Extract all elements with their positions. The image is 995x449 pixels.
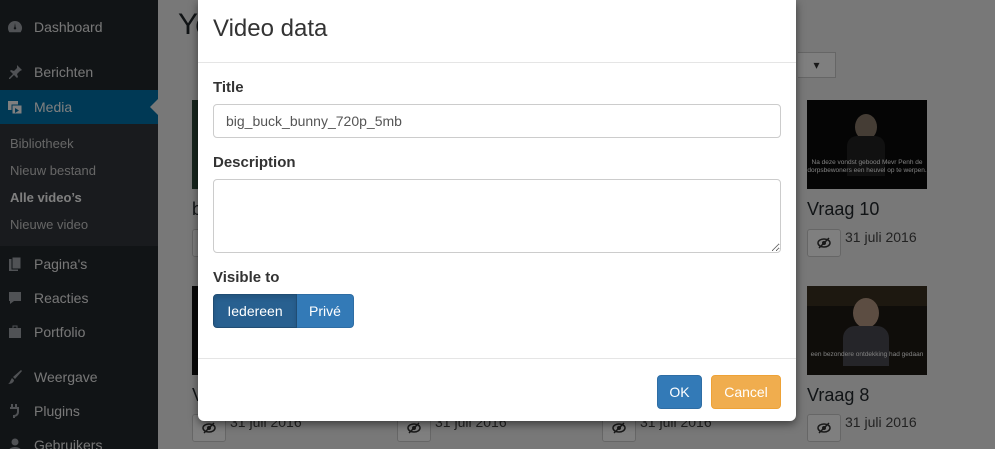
modal-title: Video data bbox=[213, 15, 328, 42]
title-label: Title bbox=[213, 79, 244, 96]
modal-header: Video data bbox=[198, 0, 796, 63]
description-label: Description bbox=[213, 154, 296, 171]
visibility-prive-button[interactable]: Privé bbox=[297, 294, 354, 328]
visibility-iedereen-button[interactable]: Iedereen bbox=[213, 294, 297, 328]
visible-to-label: Visible to bbox=[213, 269, 280, 286]
ok-button[interactable]: OK bbox=[657, 375, 702, 409]
cancel-button[interactable]: Cancel bbox=[711, 375, 781, 409]
modal-footer: OK Cancel bbox=[198, 358, 796, 421]
visibility-toggle-group: Iedereen Privé bbox=[213, 294, 354, 328]
description-textarea[interactable] bbox=[213, 179, 781, 253]
video-data-modal: Video data Title Description Visible to … bbox=[198, 0, 796, 421]
title-input[interactable] bbox=[213, 104, 781, 138]
